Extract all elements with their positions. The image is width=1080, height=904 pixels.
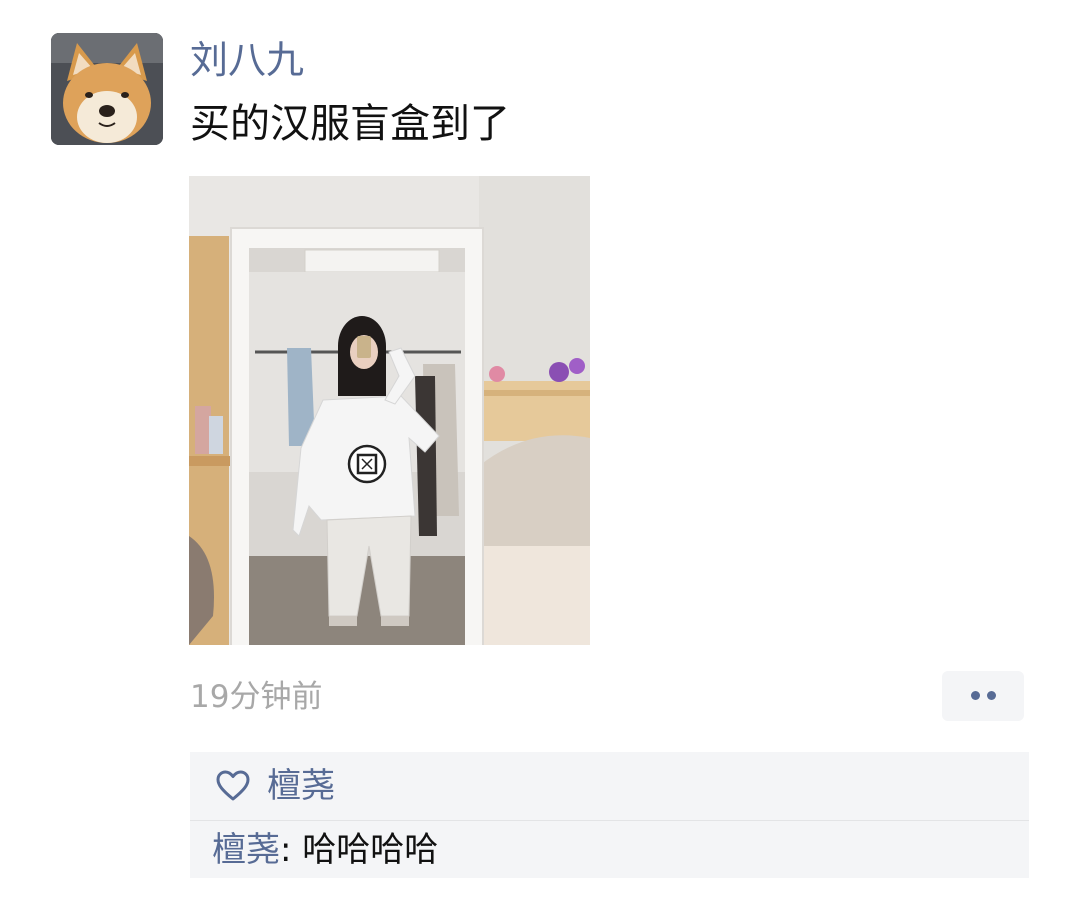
post-timestamp: 19分钟前	[190, 679, 323, 715]
interaction-panel: 檀荛 檀荛: 哈哈哈哈	[190, 752, 1029, 878]
liker-name[interactable]: 檀荛	[267, 764, 335, 808]
author-name[interactable]: 刘八九	[190, 36, 304, 84]
comment-author[interactable]: 檀荛	[212, 830, 280, 870]
comment-text: 哈哈哈哈	[302, 830, 439, 870]
mirror-selfie-photo	[189, 176, 590, 645]
shiba-dog-avatar-image	[51, 33, 163, 145]
divider	[190, 820, 1029, 821]
more-dot-icon	[971, 691, 980, 700]
post-text: 买的汉服盲盒到了	[190, 101, 510, 147]
author-avatar[interactable]	[51, 33, 163, 145]
heart-outline-icon	[216, 770, 250, 801]
post-photo[interactable]	[189, 176, 590, 645]
more-actions-button[interactable]	[942, 671, 1024, 721]
likes-row: 檀荛	[190, 752, 1029, 820]
more-dot-icon	[987, 691, 996, 700]
comment-item[interactable]: 檀荛: 哈哈哈哈	[212, 828, 438, 872]
comment-separator: :	[280, 830, 303, 870]
